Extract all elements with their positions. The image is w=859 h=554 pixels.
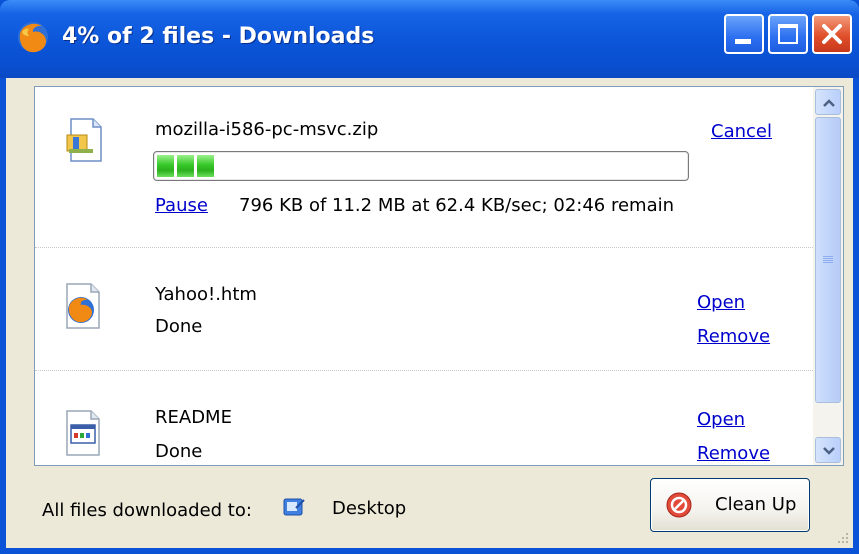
- scroll-thumb[interactable]: [815, 117, 841, 403]
- download-list: mozilla-i586-pc-msvc.zip Cancel Pause 79…: [34, 86, 844, 466]
- download-status: Done: [155, 441, 203, 462]
- clean-up-button[interactable]: Clean Up: [650, 478, 810, 532]
- download-filename: README: [155, 407, 232, 428]
- download-item[interactable]: mozilla-i586-pc-msvc.zip Cancel Pause 79…: [35, 87, 815, 247]
- progress-segment: [197, 155, 214, 177]
- title-bar[interactable]: 4% of 2 files - Downloads: [0, 0, 859, 78]
- progress-segment: [177, 155, 194, 177]
- progress-fill: [157, 155, 214, 177]
- zip-file-icon: [66, 118, 102, 162]
- desktop-icon: [283, 498, 305, 516]
- chevron-up-icon: [823, 99, 835, 107]
- downloads-window: 4% of 2 files - Downloads mozilla-i586-p…: [0, 0, 859, 554]
- vertical-scrollbar[interactable]: [813, 87, 843, 465]
- download-location-label: All files downloaded to:: [42, 500, 252, 521]
- maximize-icon: [778, 24, 798, 44]
- scroll-down-button[interactable]: [815, 437, 841, 463]
- client-area: mozilla-i586-pc-msvc.zip Cancel Pause 79…: [6, 78, 853, 548]
- maximize-button[interactable]: [768, 14, 808, 54]
- scroll-grip: [823, 256, 833, 264]
- application-document-icon: [66, 410, 100, 456]
- download-filename: Yahoo!.htm: [155, 284, 257, 305]
- window-title: 4% of 2 files - Downloads: [62, 24, 375, 49]
- download-progress-text: 796 KB of 11.2 MB at 62.4 KB/sec; 02:46 …: [239, 195, 675, 216]
- firefox-icon: [18, 22, 48, 53]
- minimize-icon: [735, 39, 751, 44]
- download-filename: mozilla-i586-pc-msvc.zip: [155, 119, 379, 140]
- cancel-link[interactable]: Cancel: [711, 121, 772, 142]
- close-button[interactable]: [812, 14, 852, 54]
- remove-link[interactable]: Remove: [697, 326, 770, 347]
- open-link[interactable]: Open: [697, 409, 745, 430]
- clean-up-label: Clean Up: [715, 494, 797, 515]
- close-icon: [822, 24, 842, 44]
- download-status: Done: [155, 316, 203, 337]
- download-location-folder[interactable]: Desktop: [332, 498, 406, 519]
- remove-link[interactable]: Remove: [697, 443, 770, 464]
- chevron-down-icon: [823, 447, 835, 455]
- scroll-up-button[interactable]: [815, 89, 841, 115]
- open-link[interactable]: Open: [697, 292, 745, 313]
- download-progress-bar: [153, 151, 689, 181]
- download-item[interactable]: Yahoo!.htm Done Open Remove: [35, 247, 815, 370]
- minimize-button[interactable]: [724, 14, 764, 54]
- firefox-document-icon: [66, 283, 100, 329]
- clean-up-icon: [666, 492, 692, 518]
- download-item[interactable]: README Done Open Remove: [35, 370, 815, 465]
- resize-grip-icon[interactable]: [837, 532, 849, 544]
- progress-segment: [157, 155, 174, 177]
- pause-link[interactable]: Pause: [155, 195, 208, 216]
